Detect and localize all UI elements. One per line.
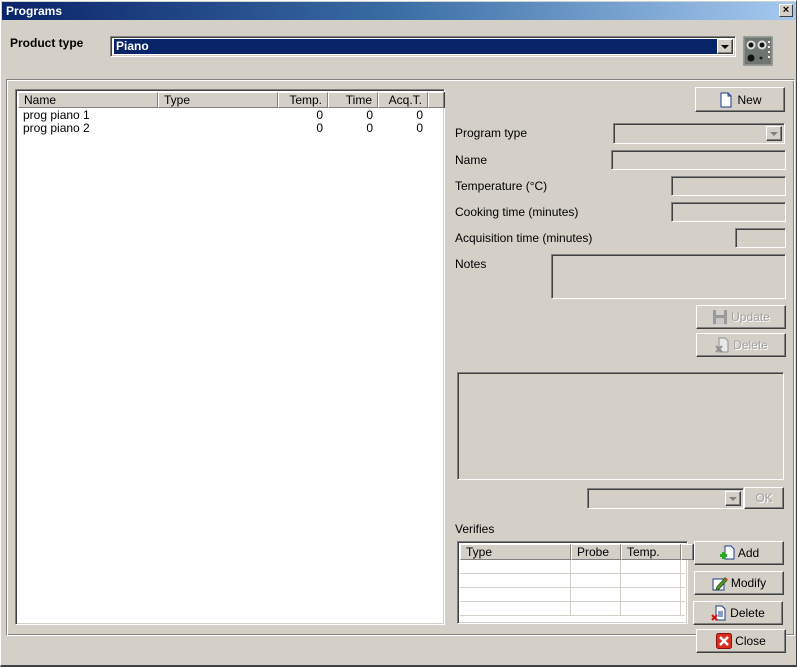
notes-label: Notes bbox=[455, 257, 487, 271]
cooking-time-label: Cooking time (minutes) bbox=[455, 205, 579, 219]
verifies-label: Verifies bbox=[455, 522, 495, 536]
program-time: 0 bbox=[366, 109, 373, 122]
acquisition-time-field[interactable] bbox=[735, 228, 786, 248]
cooktop-icon bbox=[742, 35, 774, 67]
new-button-label: New bbox=[737, 92, 762, 107]
column-verify-temp[interactable]: Temp. bbox=[621, 544, 681, 560]
column-verify-type[interactable]: Type bbox=[460, 544, 571, 560]
program-row[interactable]: prog piano 2 0 0 0 bbox=[18, 122, 428, 135]
update-button-label: Update bbox=[731, 310, 770, 324]
delete-program-button-label: Delete bbox=[733, 338, 768, 352]
detail-panel bbox=[457, 372, 784, 480]
add-verify-button[interactable]: Add bbox=[694, 541, 784, 565]
edit-pencil-icon bbox=[712, 577, 728, 591]
update-button[interactable]: Update bbox=[696, 305, 786, 329]
programs-list-header: Name Type Temp. Time Acq.T. bbox=[18, 92, 444, 108]
product-type-selected: Piano bbox=[114, 39, 717, 54]
program-type-select[interactable] bbox=[613, 123, 785, 144]
program-type-dropdown-button[interactable] bbox=[766, 126, 782, 141]
column-filler bbox=[428, 92, 444, 108]
program-row[interactable]: prog piano 1 0 0 0 bbox=[18, 109, 428, 122]
delete-verify-button-label: Delete bbox=[730, 606, 765, 620]
program-type bbox=[158, 122, 278, 135]
new-document-icon bbox=[720, 92, 732, 107]
close-icon: × bbox=[782, 4, 790, 16]
close-red-x-icon bbox=[716, 633, 733, 649]
close-button[interactable]: Close bbox=[696, 629, 786, 653]
verify-type-select[interactable] bbox=[587, 488, 744, 509]
chevron-down-icon bbox=[770, 131, 778, 136]
cooking-time-field[interactable] bbox=[671, 202, 786, 222]
program-name: prog piano 2 bbox=[23, 122, 90, 135]
product-type-label: Product type bbox=[10, 36, 84, 50]
column-verify-probe[interactable]: Probe bbox=[571, 544, 621, 560]
column-name[interactable]: Name bbox=[18, 92, 158, 108]
program-type bbox=[158, 109, 278, 122]
temperature-label: Temperature (°C) bbox=[455, 179, 548, 193]
name-field[interactable] bbox=[611, 150, 786, 170]
program-acq: 0 bbox=[416, 109, 423, 122]
programs-window: Programs × Product type Piano Name Type bbox=[0, 0, 797, 667]
delete-document-icon bbox=[711, 605, 726, 621]
modify-verify-button[interactable]: Modify bbox=[694, 571, 784, 595]
ok-button-label: OK bbox=[755, 491, 773, 505]
verifies-list-header: Type Probe Temp. bbox=[460, 544, 693, 560]
column-filler bbox=[681, 544, 693, 560]
program-acq: 0 bbox=[416, 122, 423, 135]
acquisition-time-label: Acquisition time (minutes) bbox=[455, 231, 593, 245]
modify-verify-button-label: Modify bbox=[730, 576, 767, 590]
column-temp[interactable]: Temp. bbox=[278, 92, 328, 108]
add-document-icon bbox=[719, 545, 735, 560]
program-temp: 0 bbox=[316, 109, 323, 122]
title-bar: Programs × bbox=[2, 2, 796, 20]
program-name: prog piano 1 bbox=[23, 109, 90, 122]
delete-document-icon bbox=[715, 337, 729, 353]
verify-type-dropdown-button[interactable] bbox=[725, 491, 741, 506]
temperature-field[interactable] bbox=[671, 176, 786, 196]
ok-button[interactable]: OK bbox=[744, 487, 784, 509]
close-button-label: Close bbox=[735, 634, 766, 648]
product-type-dropdown-button[interactable] bbox=[717, 39, 733, 54]
delete-verify-button[interactable]: Delete bbox=[693, 601, 783, 625]
close-window-button[interactable]: × bbox=[779, 4, 793, 17]
verifies-list[interactable]: Type Probe Temp. bbox=[457, 541, 693, 624]
new-button[interactable]: New bbox=[695, 87, 785, 112]
notes-field[interactable] bbox=[551, 254, 786, 299]
programs-list[interactable]: Name Type Temp. Time Acq.T. prog piano 1… bbox=[15, 89, 445, 625]
column-type[interactable]: Type bbox=[158, 92, 278, 108]
program-temp: 0 bbox=[316, 122, 323, 135]
chevron-down-icon bbox=[721, 44, 729, 49]
delete-program-button[interactable]: Delete bbox=[696, 333, 786, 357]
name-label: Name bbox=[455, 153, 488, 167]
column-acq[interactable]: Acq.T. bbox=[378, 92, 428, 108]
add-verify-button-label: Add bbox=[737, 546, 760, 560]
chevron-down-icon bbox=[729, 496, 737, 501]
window-title: Programs bbox=[6, 4, 63, 18]
program-time: 0 bbox=[366, 122, 373, 135]
product-type-select[interactable]: Piano bbox=[110, 36, 736, 57]
save-icon bbox=[713, 310, 728, 324]
program-type-label: Program type bbox=[455, 126, 528, 140]
verifies-grid bbox=[460, 560, 685, 616]
column-time[interactable]: Time bbox=[328, 92, 378, 108]
